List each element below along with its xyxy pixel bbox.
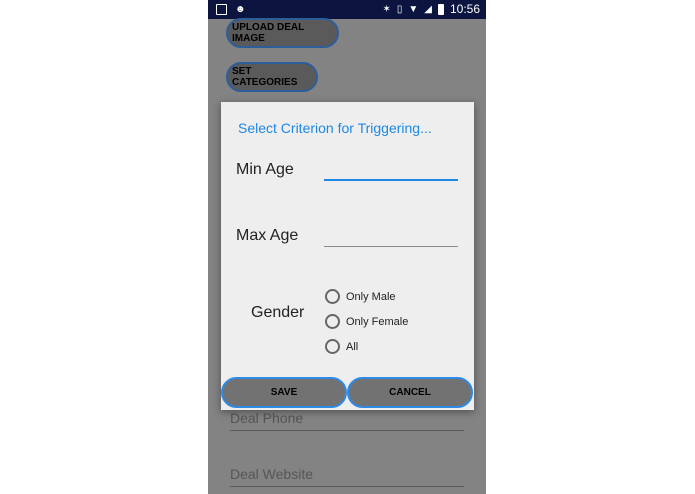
deal-phone-field[interactable]: Deal Phone <box>230 410 464 431</box>
status-time: 10:56 <box>449 2 480 16</box>
radio-all[interactable]: All <box>325 339 358 354</box>
upload-deal-image-button[interactable]: UPLOAD DEAL IMAGE <box>226 18 339 48</box>
min-age-input[interactable] <box>324 159 458 181</box>
min-age-label: Min Age <box>236 161 294 178</box>
max-age-input[interactable] <box>324 225 458 247</box>
deal-website-field[interactable]: Deal Website <box>230 466 464 487</box>
radio-label: All <box>346 340 359 353</box>
status-bar: ☻ ✶ ▯ ▼ ◢ 10:56 <box>208 0 486 19</box>
radio-only-female[interactable]: Only Female <box>325 314 408 329</box>
status-right-icons: ✶ ▯ ▼ ◢ 10:56 <box>382 2 480 16</box>
radio-button[interactable] <box>325 289 340 304</box>
save-button[interactable]: SAVE <box>221 377 347 408</box>
set-categories-button[interactable]: SET CATEGORIES <box>226 62 318 92</box>
radio-only-male[interactable]: Only Male <box>325 289 396 304</box>
bluetooth-icon: ✶ <box>382 3 391 15</box>
radio-button[interactable] <box>325 339 340 354</box>
vibrate-icon: ▯ <box>396 3 403 15</box>
max-age-label: Max Age <box>236 227 299 244</box>
radio-label: Only Male <box>346 290 396 303</box>
app-notification-icon: ☻ <box>235 4 246 15</box>
wifi-icon: ▼ <box>408 3 419 15</box>
radio-label: Only Female <box>346 315 409 328</box>
phone-screen: ☻ ✶ ▯ ▼ ◢ 10:56 UPLOAD DEAL IMAGE SET CA… <box>208 0 486 494</box>
battery-icon <box>437 3 444 15</box>
notification-square-icon <box>216 4 227 15</box>
dialog-title: Select Criterion for Triggering... <box>238 120 432 136</box>
signal-icon: ◢ <box>424 3 432 15</box>
status-left-icons: ☻ <box>216 3 246 16</box>
radio-button[interactable] <box>325 314 340 329</box>
cancel-button[interactable]: CANCEL <box>347 377 473 408</box>
gender-label: Gender <box>251 304 305 321</box>
criterion-dialog: Select Criterion for Triggering... Min A… <box>221 102 474 410</box>
